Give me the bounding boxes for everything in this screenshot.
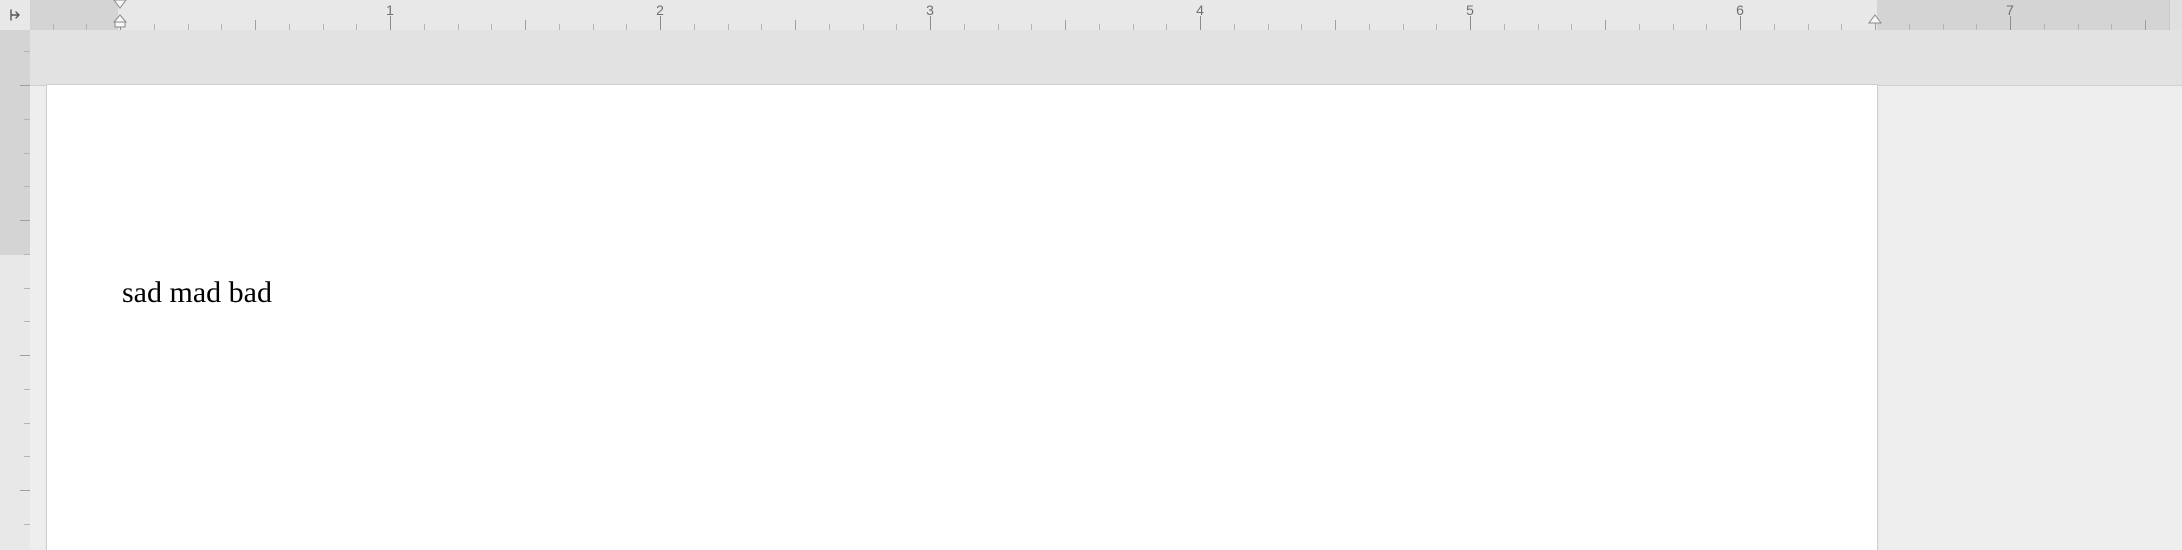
first-line-indent-marker[interactable] [112,0,128,15]
tab-left-icon [8,8,22,22]
ruler-top-margin-shade [0,30,30,255]
right-indent-marker[interactable] [1867,14,1883,30]
ruler-number: 6 [1736,2,1744,18]
hanging-indent-marker[interactable] [112,14,128,30]
ruler-number: 4 [1196,2,1204,18]
vertical-ruler[interactable] [0,30,31,550]
document-page[interactable]: sad mad bad [47,85,1877,550]
ruler-scroll-end [2169,0,2182,30]
tab-stop-well[interactable] [0,0,31,30]
ruler-number: 1 [386,2,394,18]
desk-top-strip [30,30,2182,86]
ruler-left-margin-shade [30,0,118,30]
document-desk: sad mad bad [30,30,2182,550]
ruler-number: 5 [1466,2,1474,18]
ruler-number: 3 [926,2,934,18]
ruler-number: 7 [2006,2,2014,18]
document-body[interactable]: sad mad bad [122,275,1837,311]
horizontal-ruler[interactable]: 1 2 3 4 5 6 7 [0,0,2182,31]
ruler-right-margin-shade [1877,0,2170,30]
ruler-number: 2 [656,2,664,18]
